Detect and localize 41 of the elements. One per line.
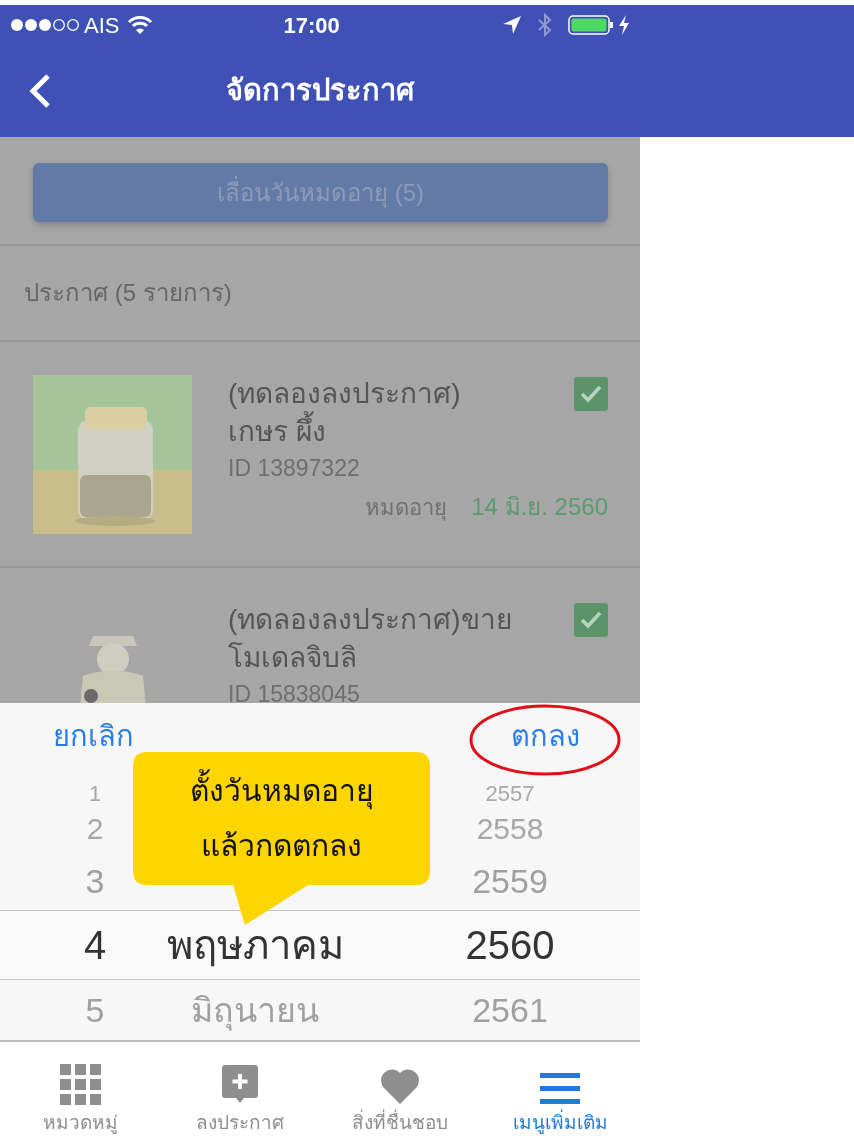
checkbox[interactable]	[574, 603, 608, 637]
back-button[interactable]	[28, 73, 52, 109]
section-heading: ประกาศ (5 รายการ)	[23, 278, 233, 308]
tab-item[interactable]: เมนูเพิ่มเติม	[480, 1042, 640, 1141]
picker-day[interactable]: 4	[83, 925, 107, 965]
picker-day[interactable]: 3	[85, 864, 105, 898]
tab-item[interactable]: สิ่งที่ชื่นชอบ	[320, 1042, 480, 1141]
picker-year[interactable]: 2560	[465, 925, 555, 965]
grid-icon	[59, 1063, 101, 1105]
carrier-name: AIS	[84, 11, 120, 40]
picker-month[interactable]: พฤษภาคม	[166, 925, 344, 965]
menu-icon	[540, 1072, 580, 1105]
picker-year[interactable]: 2557	[485, 783, 535, 805]
signal-icon	[10, 17, 80, 33]
cancel-button[interactable]: ยกเลิก	[53, 714, 134, 759]
callout-text: ตั้งวันหมดอายุ แล้วกดตกลง	[189, 763, 374, 873]
add-post-icon	[222, 1064, 258, 1105]
checkbox[interactable]	[574, 377, 608, 411]
picker-day[interactable]: 2	[86, 813, 104, 844]
location-icon	[502, 15, 522, 35]
picker-year[interactable]: 2561	[472, 993, 548, 1027]
heart-icon	[380, 1067, 420, 1105]
listing-title: (ทดลองลงประกาศ)ขาย โมเดลจิบลิ	[228, 603, 513, 675]
checkmark-icon	[579, 384, 603, 404]
page-title: จัดการประกาศ	[226, 73, 414, 109]
picker-year[interactable]: 2559	[472, 864, 548, 898]
picker-day[interactable]: 5	[85, 993, 105, 1027]
tab-item[interactable]: ลงประกาศ	[160, 1042, 320, 1141]
picker-day[interactable]: 1	[88, 783, 102, 805]
expiry-date: 14 มิ.ย. 2560	[471, 492, 608, 522]
listing-title: (ทดลองลงประกาศ) เกษร ผึ้ง	[228, 377, 462, 449]
checkmark-icon	[579, 610, 603, 630]
picker-year[interactable]: 2558	[476, 813, 544, 844]
listing-id: ID 13897322	[228, 455, 361, 481]
charging-icon	[618, 14, 630, 36]
wifi-icon	[127, 15, 154, 35]
listing-id: ID 15838045	[228, 681, 361, 703]
bluetooth-icon	[538, 13, 552, 37]
battery-icon	[568, 14, 614, 36]
tab-item[interactable]: หมวดหมู่	[0, 1042, 160, 1141]
clock-time: 17:00	[283, 11, 340, 40]
